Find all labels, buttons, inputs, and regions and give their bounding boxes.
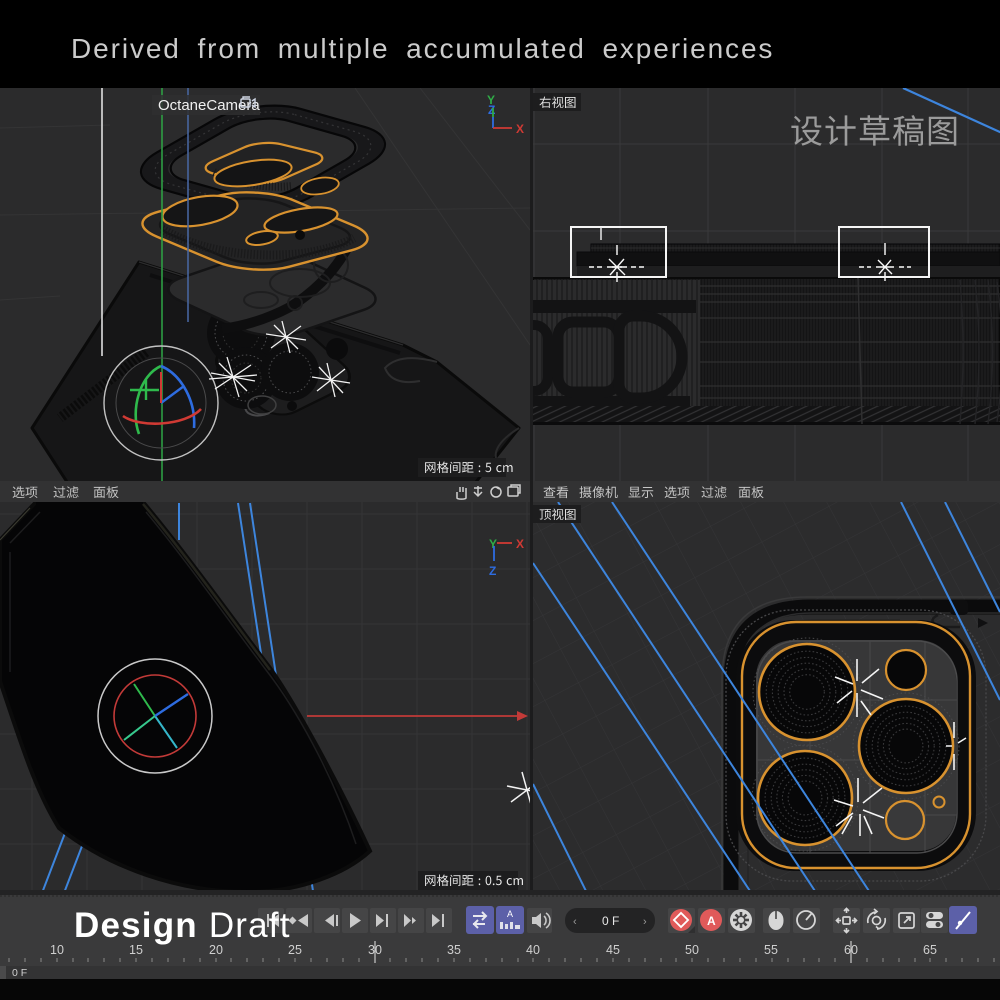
svg-text:15: 15 (129, 943, 143, 957)
svg-text:55: 55 (764, 943, 778, 957)
svg-text:0 F: 0 F (602, 914, 619, 928)
svg-text:‹: ‹ (573, 916, 577, 928)
svg-text:Z: Z (488, 103, 495, 117)
svg-text:X: X (516, 122, 524, 136)
svg-text:X: X (516, 537, 524, 551)
svg-text:20: 20 (209, 943, 223, 957)
svg-text:Y: Y (489, 537, 497, 551)
svg-text:0 F: 0 F (12, 967, 27, 979)
svg-text:›: › (643, 916, 647, 928)
svg-text:Z: Z (489, 564, 496, 578)
svg-text:40: 40 (526, 943, 540, 957)
svg-text:45: 45 (606, 943, 620, 957)
svg-text:Design Draft: Design Draft (74, 906, 291, 945)
svg-text:25: 25 (288, 943, 302, 957)
svg-text:50: 50 (685, 943, 699, 957)
svg-text:A: A (707, 914, 716, 928)
svg-text:10: 10 (50, 943, 64, 957)
svg-text:65: 65 (923, 943, 937, 957)
svg-text:35: 35 (447, 943, 461, 957)
svg-text:A: A (507, 909, 513, 919)
